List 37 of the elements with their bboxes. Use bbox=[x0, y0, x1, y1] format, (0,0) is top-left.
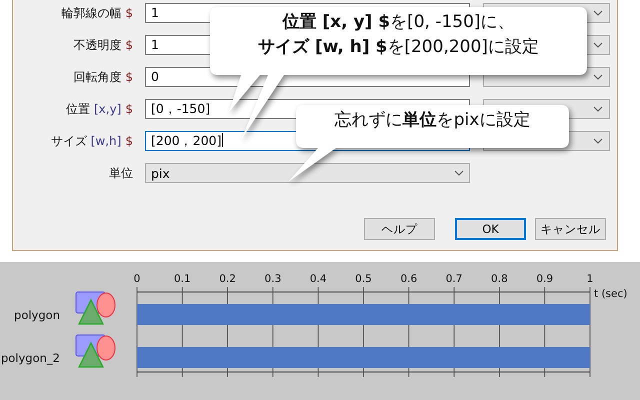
tick-label: 0.2 bbox=[219, 273, 236, 285]
dialog-button[interactable]: ヘルプ bbox=[364, 218, 435, 240]
dialog-button[interactable]: OK bbox=[455, 218, 526, 240]
layer-name: polygon_2 bbox=[0, 351, 60, 365]
field-label: サイズ [w,h] $ bbox=[50, 132, 133, 150]
chevron-down-icon bbox=[454, 170, 464, 176]
tick-label: 0.9 bbox=[536, 273, 554, 285]
field-label: 位置 [x,y] $ bbox=[64, 100, 133, 118]
shapes-icon bbox=[76, 292, 116, 325]
callout-text: 位置 [x, y] $を[0, -150]に、 bbox=[282, 11, 515, 34]
axis-label: t (sec) bbox=[594, 288, 628, 300]
tick-label: 0.1 bbox=[174, 273, 191, 285]
tick-label: 1 bbox=[586, 273, 594, 285]
tick-label: 0.5 bbox=[355, 273, 372, 285]
field-label: 単位 bbox=[108, 164, 133, 182]
field-label: 輪郭線の幅 $ bbox=[60, 4, 133, 22]
callout-text: サイズ [w, h] $を[200,200]に設定 bbox=[258, 36, 539, 59]
dialog-button[interactable]: キャンセル bbox=[535, 218, 606, 240]
timeline-bar[interactable] bbox=[137, 347, 590, 368]
timeline-bar[interactable] bbox=[137, 304, 590, 325]
tick-label: 0.4 bbox=[310, 273, 327, 285]
chevron-down-icon bbox=[593, 74, 603, 80]
field-label: 回転角度 $ bbox=[72, 68, 133, 86]
dropdown[interactable]: pix bbox=[145, 163, 470, 183]
tick-label: 0.7 bbox=[446, 273, 462, 285]
layer-name: polygon bbox=[14, 308, 60, 322]
chevron-down-icon bbox=[593, 10, 603, 16]
callout-text: 忘れずに単位をpixに設定 bbox=[334, 109, 530, 132]
chevron-down-icon bbox=[593, 42, 603, 48]
chevron-down-icon bbox=[593, 106, 603, 112]
tick-label: 0.8 bbox=[491, 273, 508, 285]
shapes-icon bbox=[76, 334, 116, 368]
field-label: 不透明度 $ bbox=[72, 36, 133, 54]
tick-label: 0 bbox=[134, 273, 140, 285]
chevron-down-icon bbox=[593, 138, 603, 144]
tick-label: 0.3 bbox=[264, 273, 282, 285]
tick-label: 0.6 bbox=[400, 273, 418, 285]
